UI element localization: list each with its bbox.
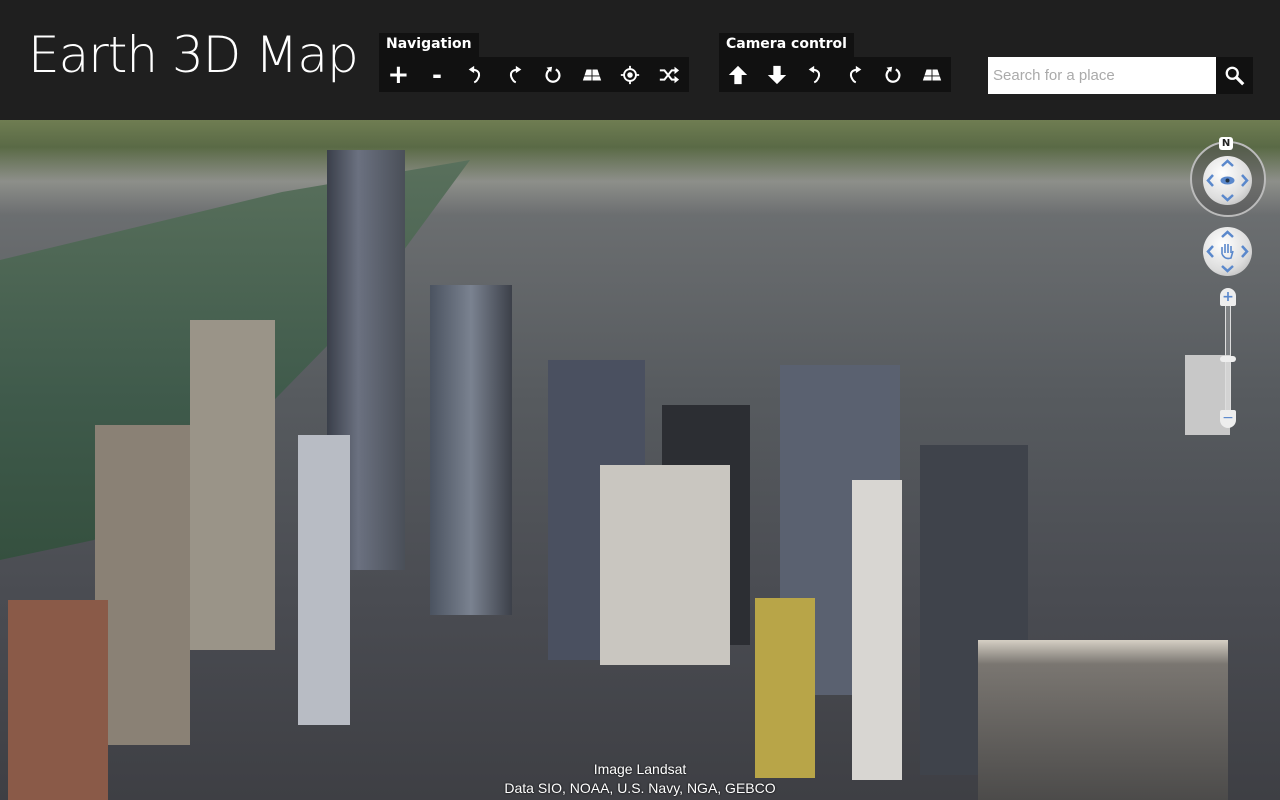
app-title: Earth 3D Map	[28, 26, 359, 84]
rotate-right-icon	[510, 65, 522, 83]
zoom-slider[interactable]: + −	[1220, 288, 1236, 428]
camera-rotate-right-button[interactable]	[835, 57, 874, 92]
arrow-down-icon	[767, 65, 787, 84]
north-indicator[interactable]: N	[1219, 137, 1233, 150]
minus-icon: -	[432, 60, 443, 89]
reset-button[interactable]	[534, 57, 573, 92]
camera-rotate-left-button[interactable]	[796, 57, 835, 92]
rotate-left-icon	[468, 65, 480, 83]
zoom-out-button[interactable]: -	[418, 57, 457, 92]
random-button[interactable]	[650, 57, 689, 92]
eye-icon	[1206, 159, 1249, 202]
rotate-right-button[interactable]	[495, 57, 534, 92]
map-view[interactable]: N + − Image Landsat Data SIO, NOAA, U.S.…	[0, 120, 1280, 800]
building	[95, 425, 190, 745]
pan-control[interactable]	[1203, 227, 1252, 276]
camera-down-button[interactable]	[758, 57, 797, 92]
navigation-toolbar: + -	[379, 57, 689, 92]
camera-tilt-button[interactable]	[912, 57, 951, 92]
plus-icon: +	[387, 59, 410, 90]
reset-icon	[545, 66, 561, 83]
zoom-in-slider-button[interactable]: +	[1220, 288, 1236, 306]
rotate-left-icon	[808, 65, 820, 83]
zoom-slider-thumb[interactable]	[1220, 356, 1236, 362]
building	[430, 285, 512, 615]
look-control[interactable]	[1203, 156, 1252, 205]
tilt-button[interactable]	[572, 57, 611, 92]
camera-reset-button[interactable]	[874, 57, 913, 92]
hand-icon	[1206, 230, 1249, 273]
zoom-out-slider-button[interactable]: −	[1220, 410, 1236, 428]
zoom-in-button[interactable]: +	[379, 57, 418, 92]
camera-control-label: Camera control	[719, 33, 854, 57]
arrow-up-icon	[729, 65, 748, 84]
building	[190, 320, 275, 650]
navigation-label: Navigation	[379, 33, 479, 57]
tilt-icon	[922, 69, 941, 80]
target-icon	[621, 65, 640, 84]
building	[298, 435, 350, 725]
locate-button[interactable]	[611, 57, 650, 92]
building	[755, 598, 815, 778]
rotate-left-button[interactable]	[456, 57, 495, 92]
building	[600, 465, 730, 665]
camera-up-button[interactable]	[719, 57, 758, 92]
rotate-right-icon	[850, 65, 862, 83]
attribution-data: Data SIO, NOAA, U.S. Navy, NGA, GEBCO	[504, 780, 776, 796]
attribution-imagery: Image Landsat	[593, 761, 687, 777]
search-button[interactable]	[1216, 57, 1253, 94]
camera-toolbar	[719, 57, 951, 92]
building	[852, 480, 902, 780]
tilt-icon	[582, 69, 601, 80]
header: Earth 3D Map Navigation + - Camera contr…	[0, 0, 1280, 120]
shuffle-icon	[659, 66, 680, 83]
search-icon	[1225, 66, 1244, 85]
search-input[interactable]	[988, 57, 1216, 94]
reset-icon	[885, 66, 901, 83]
